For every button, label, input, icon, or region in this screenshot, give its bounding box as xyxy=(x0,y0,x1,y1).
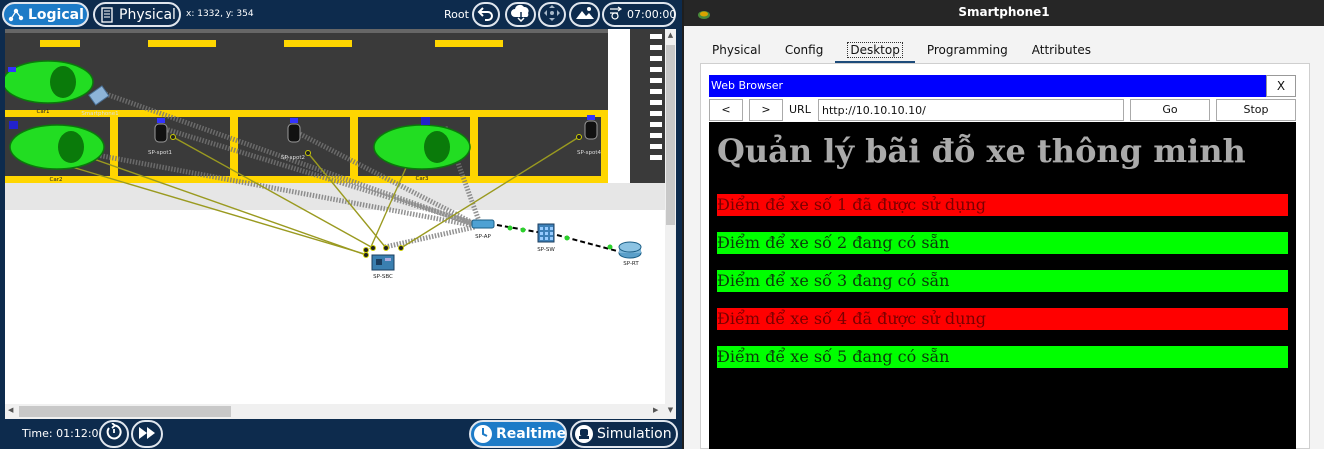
web-browser-titlebar: Web Browser xyxy=(709,75,1296,97)
close-browser-button[interactable]: X xyxy=(1266,75,1296,97)
spot4-label: SP-spot4 xyxy=(577,150,602,156)
scroll-up-arrow-icon[interactable]: ▲ xyxy=(666,31,675,41)
horizontal-scrollbar[interactable]: ◀ ▶ xyxy=(5,404,665,419)
spot1-label: SP-spot1 xyxy=(148,150,172,156)
root-label: Root xyxy=(444,8,469,21)
back-navigation-button[interactable] xyxy=(472,2,500,27)
parking-slot-status: Điểm để xe số 1 đã được sử dụng xyxy=(717,194,1288,216)
clock-display[interactable]: 07:00:00 xyxy=(602,2,676,27)
lane-stripe xyxy=(284,40,352,47)
router-device[interactable] xyxy=(618,241,642,259)
window-titlebar[interactable]: Smartphone1 xyxy=(684,0,1324,26)
parking-slot-status: Điểm để xe số 4 đã được sử dụng xyxy=(717,308,1288,330)
sbc-device[interactable] xyxy=(371,254,395,271)
undo-arrow-icon xyxy=(477,5,495,25)
clock-time: 07:00:00 xyxy=(627,8,677,21)
parking-slot-status: Điểm để xe số 3 đang có sẵn xyxy=(717,270,1288,292)
move-button[interactable] xyxy=(538,2,566,27)
logical-icon xyxy=(8,7,24,23)
topology-drawing: Car1 Smartphone1 Car2 SP-spot1 SP-spot2 … xyxy=(5,29,665,280)
cloud-icon xyxy=(510,4,532,26)
tab-config[interactable]: Config xyxy=(773,38,836,64)
vertical-scroll-thumb[interactable] xyxy=(666,45,675,225)
parking-slot-status: Điểm để xe số 2 đang có sẵn xyxy=(717,232,1288,254)
switch-device[interactable] xyxy=(537,223,555,243)
physical-mode-button[interactable]: Physical xyxy=(93,2,181,27)
logical-label: Logical xyxy=(28,6,84,23)
simulation-label: Simulation xyxy=(597,426,672,442)
logical-workspace-canvas[interactable]: Car1 Smartphone1 Car2 SP-spot1 SP-spot2 … xyxy=(5,29,665,404)
fast-forward-button[interactable] xyxy=(131,420,163,448)
scroll-right-arrow-icon[interactable]: ▶ xyxy=(653,406,658,414)
window-title: Smartphone1 xyxy=(958,5,1050,19)
stopwatch-icon xyxy=(473,424,493,444)
access-point-device[interactable] xyxy=(471,219,495,229)
stop-button[interactable]: Stop xyxy=(1216,99,1296,121)
time-display: Time: 01:12:05 xyxy=(22,427,106,440)
move-arrows-icon xyxy=(543,4,561,26)
parking-slot-status: Điểm để xe số 5 đang có sẵn xyxy=(717,346,1288,368)
horizontal-scroll-thumb[interactable] xyxy=(19,406,231,417)
tab-desktop[interactable]: Desktop xyxy=(835,38,915,64)
fast-forward-icon xyxy=(138,425,156,444)
scroll-down-arrow-icon[interactable]: ▼ xyxy=(666,406,675,416)
back-button[interactable]: < xyxy=(709,99,743,121)
go-button[interactable]: Go xyxy=(1130,99,1210,121)
spot2-label: SP-spot2 xyxy=(281,155,305,161)
smartphone-label: Smartphone1 xyxy=(81,111,118,117)
tab-physical[interactable]: Physical xyxy=(700,38,773,64)
car2-label: Car2 xyxy=(50,177,63,183)
browser-nav-row: < > URL Go Stop xyxy=(709,99,1296,121)
clock-icon xyxy=(608,6,624,23)
switch-label: SP-SW xyxy=(537,247,555,253)
router-label: SP-RT xyxy=(623,261,639,267)
tab-programming[interactable]: Programming xyxy=(915,38,1020,64)
physical-icon xyxy=(99,6,115,23)
power-cycle-icon xyxy=(105,422,123,445)
workspace-panel: Logical Physical x: 1332, y: 354 Root 07… xyxy=(0,0,682,449)
car1-device[interactable] xyxy=(5,60,94,104)
logical-mode-button[interactable]: Logical xyxy=(2,2,89,27)
landscape-icon xyxy=(575,5,595,25)
tab-attributes[interactable]: Attributes xyxy=(1020,38,1103,64)
car1-label: Car1 xyxy=(37,109,50,115)
screen: Logical Physical x: 1332, y: 354 Root 07… xyxy=(0,0,1324,449)
scroll-left-arrow-icon[interactable]: ◀ xyxy=(8,406,13,414)
realtime-mode-button[interactable]: Realtime xyxy=(469,420,567,448)
lane-stripe xyxy=(435,40,503,47)
web-page-content: Quản lý bãi đỗ xe thông minh Điểm để xe … xyxy=(709,122,1296,449)
ap-label: SP-AP xyxy=(475,234,491,240)
lane-stripe xyxy=(148,40,216,47)
forward-button[interactable]: > xyxy=(749,99,783,121)
page-heading: Quản lý bãi đỗ xe thông minh xyxy=(717,132,1246,170)
web-browser-title: Web Browser xyxy=(711,79,784,92)
power-cycle-button[interactable] xyxy=(99,420,129,448)
window-app-icon xyxy=(697,5,711,29)
cursor-coordinates: x: 1332, y: 354 xyxy=(186,9,254,19)
lane-stripe xyxy=(40,40,80,47)
vertical-scrollbar[interactable]: ▲ ▼ xyxy=(665,29,676,419)
workspace-toolbar: Logical Physical x: 1332, y: 354 Root 07… xyxy=(0,0,682,29)
url-label: URL xyxy=(789,103,811,116)
physical-label: Physical xyxy=(119,6,176,23)
simulation-mode-button[interactable]: Simulation xyxy=(570,420,678,448)
simulation-bar: Time: 01:12:05 Realtime Simulation xyxy=(0,419,682,449)
realtime-label: Realtime xyxy=(496,426,567,442)
cloud-button[interactable] xyxy=(505,2,536,27)
device-tabs: Physical Config Desktop Programming Attr… xyxy=(700,38,1103,64)
car3-label: Car3 xyxy=(416,176,429,182)
sbc-label: SP-SBC xyxy=(373,274,393,280)
parking-lot xyxy=(5,29,608,184)
url-input[interactable] xyxy=(818,99,1124,121)
simulation-icon xyxy=(574,424,594,444)
background-image-button[interactable] xyxy=(569,2,600,27)
